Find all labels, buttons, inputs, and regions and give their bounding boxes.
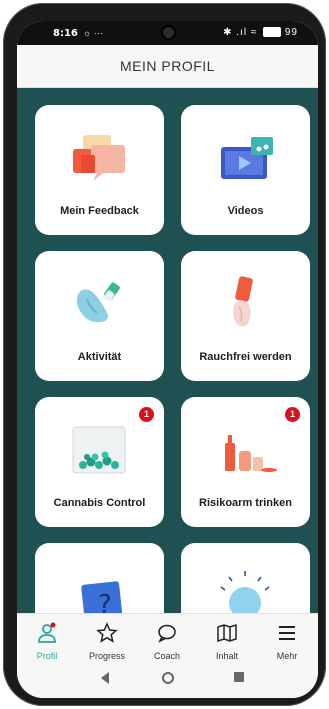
svg-text:?: ? bbox=[98, 590, 112, 613]
status-icons: ✱ .ıl ≈ 99 bbox=[223, 27, 298, 38]
activity-illustration-icon bbox=[76, 282, 120, 323]
status-bar: 8:16 ☼ ··· ✱ .ıl ≈ 99 bbox=[17, 21, 318, 45]
tab-progress[interactable]: Progress bbox=[77, 614, 137, 662]
card-rauchfrei-werden[interactable]: Rauchfrei werden bbox=[181, 251, 310, 381]
tab-bar: Profil Progress Coach Inhalt Mehr bbox=[17, 613, 318, 662]
tab-label: Progress bbox=[88, 651, 125, 661]
map-icon bbox=[217, 623, 237, 643]
phone-frame: 8:16 ☼ ··· ✱ .ıl ≈ 99 MEIN PROFIL Mein F… bbox=[3, 3, 326, 706]
card-aktivitaet[interactable]: Aktivität bbox=[35, 251, 164, 381]
notification-badge: 1 bbox=[285, 407, 300, 422]
card-label: Rauchfrei werden bbox=[199, 351, 292, 363]
back-icon[interactable] bbox=[99, 671, 111, 685]
card-label: Cannabis Control bbox=[53, 497, 146, 509]
home-icon[interactable] bbox=[161, 671, 175, 685]
status-notification-icons: ☼ ··· bbox=[83, 28, 103, 38]
tab-label: Coach bbox=[153, 651, 180, 661]
profile-grid: Mein Feedback Videos Aktivität Rauchfrei… bbox=[17, 88, 318, 613]
connectivity-icons: ✱ .ıl ≈ bbox=[223, 27, 258, 38]
tab-label: Mehr bbox=[276, 651, 298, 661]
battery-level: 99 bbox=[284, 27, 298, 38]
tab-label: Inhalt bbox=[215, 651, 239, 661]
feedback-illustration-icon bbox=[73, 135, 125, 181]
card-mein-feedback[interactable]: Mein Feedback bbox=[35, 105, 164, 235]
cannabis-illustration-icon bbox=[72, 426, 126, 474]
system-nav-bar bbox=[17, 661, 318, 698]
front-camera bbox=[163, 27, 174, 38]
tab-coach[interactable]: Coach bbox=[137, 614, 197, 662]
card-idea[interactable] bbox=[181, 543, 310, 613]
card-label: Videos bbox=[227, 205, 264, 217]
tab-label: Profil bbox=[36, 651, 58, 661]
idea-illustration-icon bbox=[220, 571, 270, 613]
card-label: Aktivität bbox=[77, 351, 122, 363]
battery-icon bbox=[263, 27, 282, 38]
menu-icon bbox=[279, 626, 295, 640]
tab-profil[interactable]: Profil bbox=[17, 614, 77, 662]
profile-icon bbox=[38, 622, 56, 643]
card-question[interactable]: ? bbox=[35, 543, 164, 613]
smokefree-illustration-icon bbox=[233, 276, 253, 327]
notification-badge: 1 bbox=[139, 407, 154, 422]
page-title: MEIN PROFIL bbox=[120, 58, 215, 74]
page-header: MEIN PROFIL bbox=[17, 45, 318, 88]
chat-bubble-icon bbox=[158, 624, 176, 643]
drinking-illustration-icon bbox=[225, 435, 277, 472]
question-illustration-icon: ? bbox=[81, 581, 123, 613]
recents-icon[interactable] bbox=[233, 671, 245, 683]
card-cannabis-control[interactable]: Cannabis Control 1 bbox=[35, 397, 164, 527]
screen: 8:16 ☼ ··· ✱ .ıl ≈ 99 MEIN PROFIL Mein F… bbox=[17, 21, 318, 698]
status-time: 8:16 bbox=[53, 28, 78, 39]
tab-mehr[interactable]: Mehr bbox=[257, 614, 317, 662]
phone-device: 8:16 ☼ ··· ✱ .ıl ≈ 99 MEIN PROFIL Mein F… bbox=[0, 0, 329, 709]
card-risikoarm-trinken[interactable]: Risikoarm trinken 1 bbox=[181, 397, 310, 527]
card-label: Risikoarm trinken bbox=[199, 497, 292, 509]
video-illustration-icon bbox=[221, 137, 273, 179]
star-icon bbox=[96, 622, 118, 643]
tab-inhalt[interactable]: Inhalt bbox=[197, 614, 257, 662]
card-videos[interactable]: Videos bbox=[181, 105, 310, 235]
card-label: Mein Feedback bbox=[60, 205, 139, 217]
